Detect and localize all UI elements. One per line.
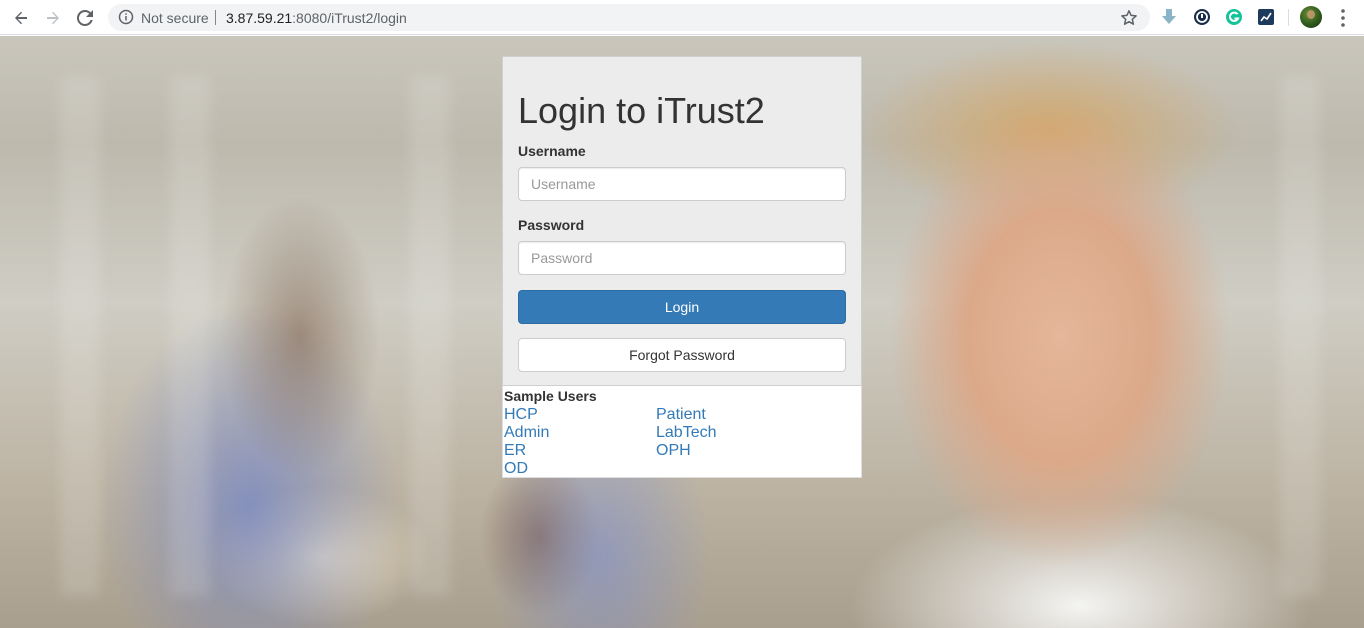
- browser-toolbar: Not secure 3.87.59.21:8080/iTrust2/login: [0, 0, 1364, 35]
- url-host: 3.87.59.21: [226, 10, 293, 26]
- toolbar-separator: [1288, 9, 1289, 26]
- sample-user-link-hcp[interactable]: HCP: [504, 406, 538, 424]
- download-extension-icon[interactable]: [1160, 8, 1178, 26]
- password-input[interactable]: [518, 241, 846, 275]
- login-page-background: Login to iTrust2 Username Password Login…: [0, 36, 1364, 628]
- grammarly-extension-icon[interactable]: [1225, 8, 1243, 26]
- back-icon[interactable]: [8, 5, 34, 31]
- security-status[interactable]: Not secure: [141, 10, 209, 26]
- forward-icon[interactable]: [40, 5, 66, 31]
- more-menu-icon[interactable]: [1334, 7, 1352, 29]
- page-title: Login to iTrust2: [518, 90, 765, 131]
- forgot-password-button[interactable]: Forgot Password: [518, 338, 846, 372]
- sample-users-title: Sample Users: [504, 388, 597, 404]
- sample-user-link-oph[interactable]: OPH: [656, 442, 691, 460]
- sample-user-link-labtech[interactable]: LabTech: [656, 424, 717, 442]
- ghostery-extension-icon[interactable]: [1193, 8, 1211, 26]
- background-pillar: [60, 76, 100, 596]
- sample-users-panel: Sample Users HCP Admin ER OD Patient Lab…: [502, 386, 862, 478]
- url-text[interactable]: 3.87.59.21:8080/iTrust2/login: [226, 10, 407, 26]
- password-label: Password: [518, 217, 585, 233]
- sample-user-link-admin[interactable]: Admin: [504, 424, 549, 442]
- address-bar[interactable]: Not secure 3.87.59.21:8080/iTrust2/login: [108, 4, 1150, 31]
- background-pillar: [1280, 76, 1320, 596]
- reload-icon[interactable]: [72, 5, 98, 31]
- background-pillar: [170, 76, 210, 596]
- username-label: Username: [518, 143, 586, 159]
- sample-user-link-patient[interactable]: Patient: [656, 406, 706, 424]
- info-icon[interactable]: [118, 9, 134, 25]
- background-pillar: [410, 76, 450, 596]
- sample-user-link-od[interactable]: OD: [504, 460, 528, 478]
- chart-extension-icon[interactable]: [1257, 8, 1275, 26]
- username-input[interactable]: [518, 167, 846, 201]
- url-path: :8080/iTrust2/login: [292, 10, 407, 26]
- login-button[interactable]: Login: [518, 290, 846, 324]
- address-divider: [215, 10, 216, 25]
- bookmark-star-icon[interactable]: [1120, 9, 1138, 27]
- sample-user-link-er[interactable]: ER: [504, 442, 526, 460]
- login-form: Login to iTrust2 Username Password Login…: [502, 56, 862, 386]
- profile-avatar[interactable]: [1300, 6, 1322, 28]
